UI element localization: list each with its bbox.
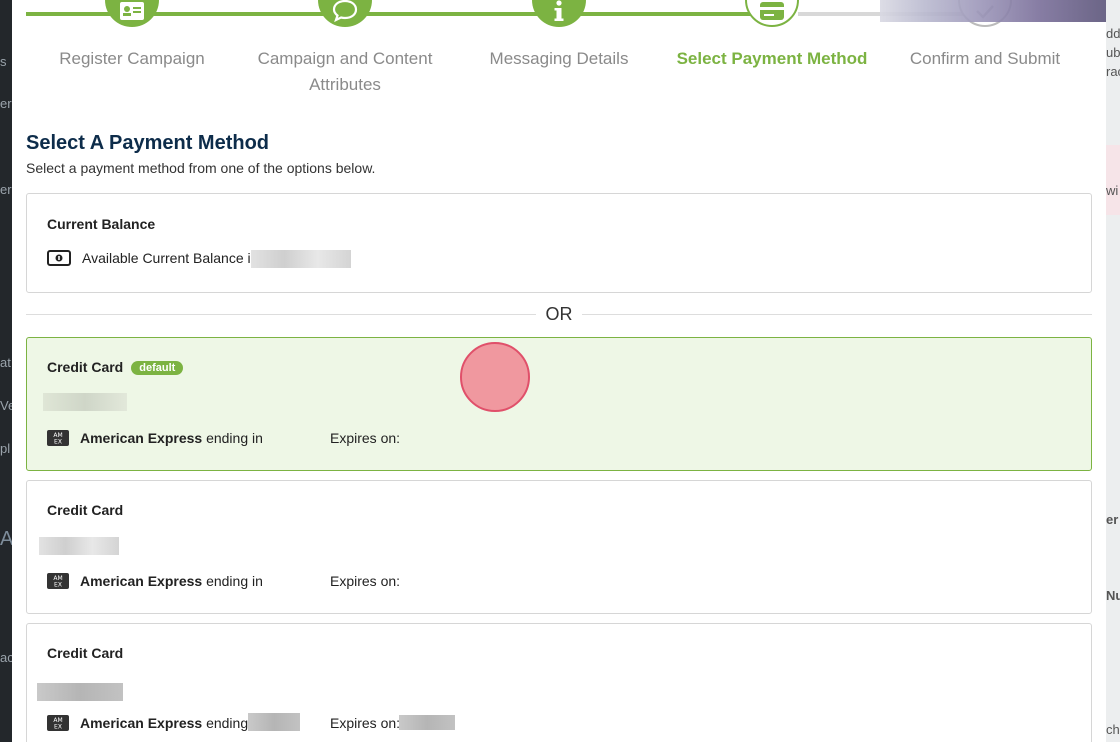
card-details-row: AM EX American Express ending in xyxy=(47,430,263,446)
amex-icon: AM EX xyxy=(47,573,69,589)
card-expiry: Expires on: xyxy=(330,430,401,446)
credit-card-icon xyxy=(745,0,799,27)
bg-fragment: Nu xyxy=(1106,588,1120,603)
card-details-row: AM EX American Express ending in xyxy=(47,715,263,731)
step-label: Confirm and Submit xyxy=(909,49,1061,68)
bg-fragment: s xyxy=(0,54,7,69)
amex-icon: AM EX xyxy=(47,715,69,731)
card-title: Credit Card xyxy=(47,645,124,661)
card-expiry: Expires on: xyxy=(330,715,401,731)
default-badge: default xyxy=(131,361,184,375)
card-brand: American Express xyxy=(80,430,203,446)
step-label: Messaging Details xyxy=(489,49,629,68)
bg-fragment: er xyxy=(1106,512,1119,527)
credit-card-option-2[interactable]: Credit Card AM EX American Express ending… xyxy=(26,480,1092,614)
background-app-right: dd ub rac wi er Nu ch xyxy=(1106,0,1120,742)
amex-icon: AM EX xyxy=(47,430,69,446)
bg-fragment: er xyxy=(0,182,12,197)
svg-text:EX: EX xyxy=(54,439,62,446)
svg-text:EX: EX xyxy=(54,724,62,731)
click-indicator xyxy=(460,342,530,412)
card-details-row: AM EX American Express ending in xyxy=(47,573,263,589)
card-brand: American Express xyxy=(80,715,203,731)
redacted-card-digits xyxy=(248,713,300,731)
bg-fragment: rac xyxy=(1106,64,1120,79)
page-title: Select A Payment Method xyxy=(26,132,270,154)
redacted-expiry xyxy=(399,715,455,730)
redacted-cardholder xyxy=(37,683,123,701)
credit-card-option-1[interactable]: Credit Card default AM EX American Express… xyxy=(26,337,1092,471)
campaign-stepper: Register Campaign Campaign and Content A… xyxy=(12,0,1106,110)
card-title: Credit Card xyxy=(47,502,124,518)
step-label: Register Campaign xyxy=(59,49,205,68)
payment-method-modal: Register Campaign Campaign and Content A… xyxy=(12,0,1106,742)
step-label: Campaign and Content Attributes xyxy=(257,49,433,94)
card-brand: American Express xyxy=(80,573,203,589)
card-title: Current Balance xyxy=(47,216,156,232)
redacted-cardholder xyxy=(43,393,127,411)
redacted-region xyxy=(880,0,1106,22)
redacted-balance xyxy=(251,250,351,268)
balance-text: Available Current Balance is xyxy=(82,250,258,266)
balance-row: Available Current Balance is xyxy=(47,250,258,266)
bg-fragment: wi xyxy=(1106,183,1119,198)
card-expiry: Expires on: xyxy=(330,573,401,589)
background-app-left: s er er at Ve pl A( ac xyxy=(0,0,20,742)
step-label: Select Payment Method xyxy=(676,49,868,68)
card-ending: ending in xyxy=(206,573,263,589)
card-ending: ending in xyxy=(206,430,263,446)
page-subtitle: Select a payment method from one of the … xyxy=(26,160,376,176)
bg-fragment: dd xyxy=(1106,26,1120,41)
chat-bubble-icon xyxy=(318,0,372,27)
bg-fragment: er xyxy=(0,96,12,111)
bg-fragment: at xyxy=(0,355,11,370)
info-icon xyxy=(532,0,586,27)
redacted-cardholder xyxy=(39,537,119,555)
credit-card-option-3[interactable]: Credit Card AM EX American Express ending… xyxy=(26,623,1092,742)
bg-fragment: pl xyxy=(0,441,11,456)
or-divider: OR xyxy=(26,302,1092,326)
card-title: Credit Card default xyxy=(47,359,184,375)
or-text: OR xyxy=(545,304,573,324)
current-balance-card[interactable]: Current Balance Available Current Balanc… xyxy=(26,193,1092,293)
bg-fragment: ub xyxy=(1106,45,1120,60)
bg-fragment: ch xyxy=(1106,722,1120,737)
svg-text:EX: EX xyxy=(54,582,62,589)
id-card-icon xyxy=(105,0,159,27)
money-bill-icon xyxy=(47,250,71,266)
